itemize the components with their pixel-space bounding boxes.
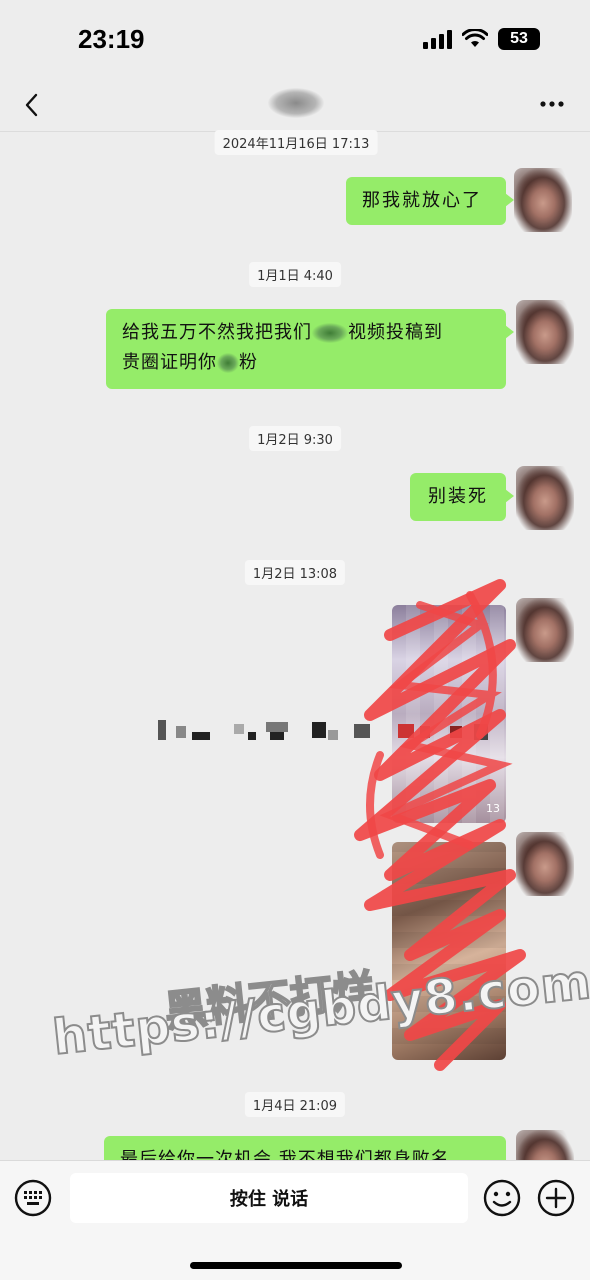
message-text: 那我就放心了: [362, 190, 482, 211]
message-text-line: 给我五万不然我把我们 视频投稿到: [122, 322, 443, 343]
status-bar: 23:19 53: [0, 0, 590, 80]
avatar[interactable]: [516, 466, 574, 530]
timestamp: 1月2日 13:08: [244, 560, 346, 585]
status-icons: 53: [423, 28, 540, 50]
back-icon[interactable]: [18, 88, 48, 122]
emoji-icon[interactable]: [482, 1178, 522, 1218]
timestamp: 1月1日 4:40: [249, 262, 341, 287]
timestamp: 2024年11月16日 17:13: [214, 130, 378, 155]
avatar[interactable]: [516, 832, 574, 896]
chat-header: [0, 80, 590, 132]
status-time: 23:19: [78, 24, 145, 54]
wifi-icon: [462, 29, 488, 47]
more-options-icon[interactable]: [538, 92, 566, 116]
timestamp: 1月2日 9:30: [249, 426, 341, 451]
cellular-signal-icon: [423, 29, 452, 49]
video-duration: 13: [486, 802, 500, 815]
message-bubble[interactable]: 那我就放心了: [346, 177, 514, 225]
blurred-word: [312, 323, 348, 343]
message-bubble[interactable]: 给我五万不然我把我们 视频投稿到 贵圈证明你粉: [106, 309, 514, 389]
message-text: 别装死: [428, 486, 488, 507]
contact-name-blurred: [268, 88, 324, 118]
battery-icon: 53: [498, 28, 540, 50]
keyboard-toggle-icon[interactable]: [13, 1178, 53, 1218]
message-text-line: 贵圈证明你粉: [122, 352, 258, 373]
timestamp: 1月4日 21:09: [244, 1092, 346, 1117]
avatar[interactable]: [516, 300, 574, 364]
home-indicator: [190, 1262, 402, 1269]
add-icon[interactable]: [536, 1178, 576, 1218]
pixelated-redaction: [158, 718, 518, 748]
message-bubble[interactable]: 别装死: [410, 473, 514, 521]
avatar[interactable]: [514, 168, 572, 232]
video-thumbnail[interactable]: 13: [392, 605, 506, 823]
blurred-word: [217, 353, 239, 373]
avatar[interactable]: [516, 598, 574, 662]
press-to-talk-button[interactable]: 按住 说话: [70, 1173, 468, 1223]
